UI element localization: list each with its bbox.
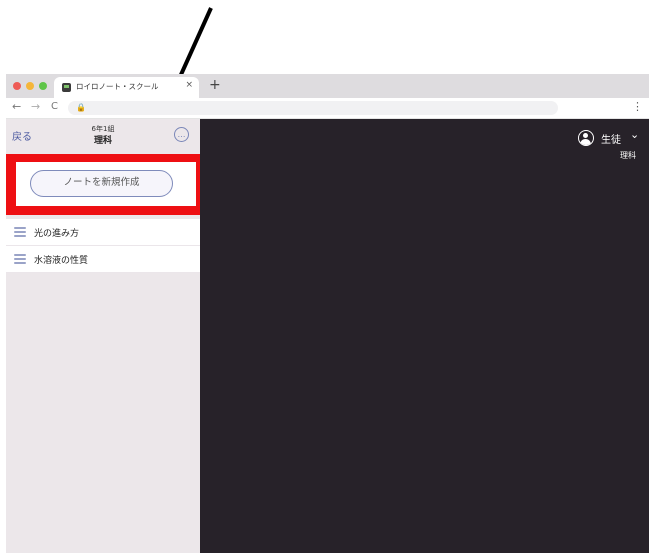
close-window-button[interactable]	[13, 82, 21, 90]
lock-icon: 🔒	[76, 103, 86, 112]
browser-menu-icon[interactable]: ⋮	[632, 100, 643, 113]
browser-tab[interactable]: ロイロノート・スクール ×	[54, 77, 199, 98]
new-note-area: ノートを新規作成	[16, 162, 196, 206]
more-options-icon[interactable]: …	[174, 127, 189, 142]
highlight-box: ノートを新規作成	[6, 154, 210, 215]
tab-close-icon[interactable]: ×	[185, 80, 193, 90]
stack-icon	[14, 227, 26, 237]
browser-window: ロイロノート・スクール × + ← → C 🔒 ⋮ 戻る 6年1組 理科 … ノ…	[6, 74, 649, 553]
address-bar[interactable]: 🔒	[68, 101, 558, 115]
minimize-window-button[interactable]	[26, 82, 34, 90]
app-favicon-icon	[62, 83, 71, 92]
maximize-window-button[interactable]	[39, 82, 47, 90]
subject-title: 理科	[93, 136, 112, 146]
tab-bar: ロイロノート・スクール × +	[6, 74, 649, 98]
stack-icon	[14, 254, 26, 264]
user-role[interactable]: 生徒	[601, 131, 621, 146]
sidebar-header: 戻る 6年1組 理科 …	[6, 119, 200, 151]
user-avatar-icon[interactable]	[578, 130, 594, 146]
chevron-down-icon[interactable]: ⌄	[630, 128, 639, 141]
reload-icon[interactable]: C	[51, 100, 58, 114]
back-arrow-icon[interactable]: ←	[12, 100, 21, 114]
new-tab-icon[interactable]: +	[209, 77, 221, 93]
browser-toolbar: ← → C 🔒 ⋮	[6, 98, 649, 119]
tab-title: ロイロノート・スクール	[76, 82, 159, 91]
sidebar-item-label: 光の進み方	[34, 229, 80, 239]
sidebar-item-light[interactable]: 光の進み方	[6, 219, 200, 246]
user-subject: 理科	[620, 151, 636, 160]
sidebar: 戻る 6年1組 理科 … ノートを新規作成 光の進み方 水溶液の性質	[6, 119, 210, 553]
new-note-button[interactable]: ノートを新規作成	[30, 170, 173, 197]
app-content: 戻る 6年1組 理科 … ノートを新規作成 光の進み方 水溶液の性質 生徒 ⌄ …	[6, 119, 649, 553]
sidebar-item-solution[interactable]: 水溶液の性質	[6, 246, 200, 273]
main-canvas[interactable]: 生徒 ⌄ 理科	[200, 119, 649, 553]
sidebar-item-label: 水溶液の性質	[34, 256, 89, 266]
forward-arrow-icon[interactable]: →	[31, 100, 40, 114]
